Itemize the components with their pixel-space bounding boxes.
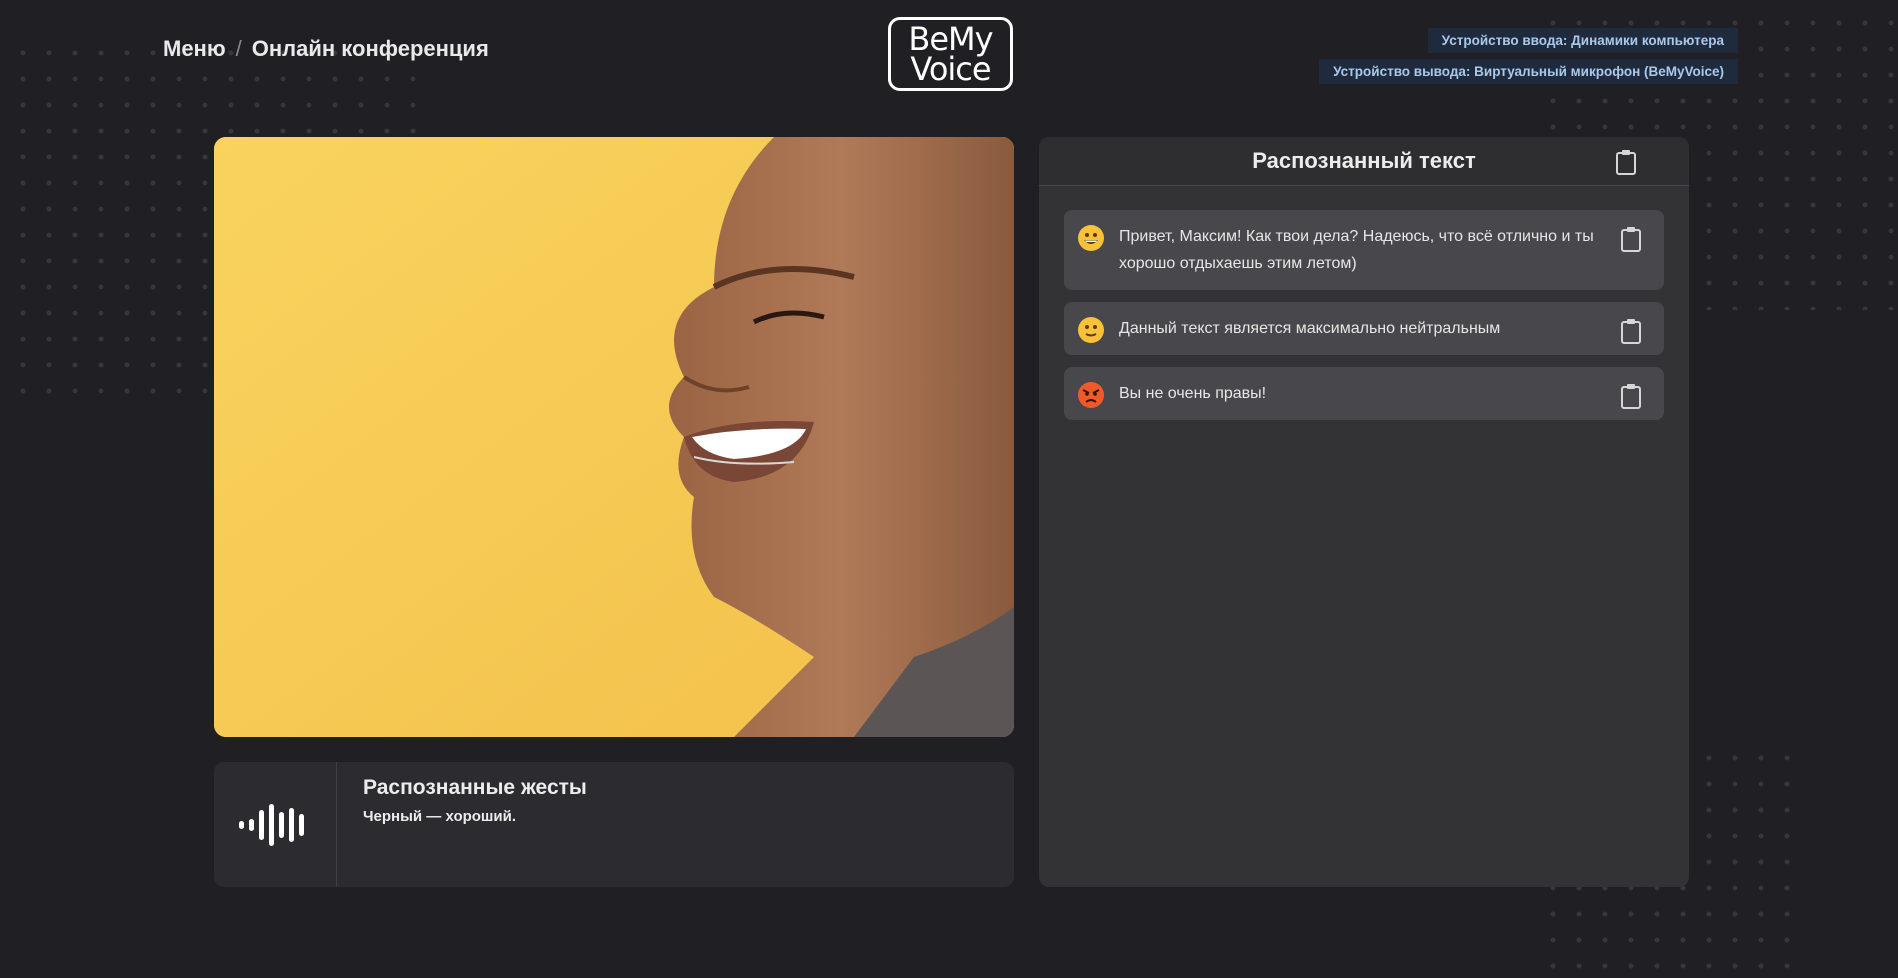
recognized-text-title: Распознанный текст <box>1252 148 1476 173</box>
output-device-badge[interactable]: Устройство вывода: Виртуальный микрофон … <box>1319 59 1738 84</box>
video-feed <box>214 137 1014 737</box>
recognized-text-panel: Распознанный текст Привет, Максим! Как т… <box>1039 137 1689 887</box>
logo-line2: Voice <box>910 50 991 88</box>
message-item: Вы не очень правы! <box>1064 367 1664 420</box>
breadcrumb-separator: / <box>235 36 242 61</box>
gestures-text: Черный — хороший. <box>363 808 517 825</box>
breadcrumb-menu-link[interactable]: Меню <box>163 36 226 62</box>
copy-clipboard-icon[interactable] <box>1618 316 1644 346</box>
slight-smile-face-icon <box>1077 316 1105 344</box>
logo: BeMy Voice <box>888 17 1013 91</box>
audio-wave-icon <box>214 762 337 887</box>
breadcrumb-current: Онлайн конференция <box>251 36 489 61</box>
gestures-title: Распознанные жесты <box>363 776 587 799</box>
message-item: Привет, Максим! Как твои дела? Надеюсь, … <box>1064 210 1664 290</box>
message-list: Привет, Максим! Как твои дела? Надеюсь, … <box>1039 186 1689 420</box>
message-text: Данный текст является максимально нейтра… <box>1119 320 1501 337</box>
breadcrumb: Меню / Онлайн конференция <box>163 36 489 62</box>
message-item: Данный текст является максимально нейтра… <box>1064 302 1664 355</box>
copy-clipboard-icon[interactable] <box>1618 224 1644 254</box>
recognized-text-header: Распознанный текст <box>1039 137 1689 186</box>
gestures-panel: Распознанные жесты Черный — хороший. <box>214 762 1014 887</box>
grinning-face-icon <box>1077 224 1105 252</box>
message-text: Привет, Максим! Как твои дела? Надеюсь, … <box>1119 228 1594 272</box>
video-frame-image <box>214 137 1014 737</box>
input-device-badge[interactable]: Устройство ввода: Динамики компьютера <box>1427 28 1738 53</box>
copy-clipboard-icon[interactable] <box>1618 381 1644 411</box>
device-selectors: Устройство ввода: Динамики компьютера Ус… <box>1319 28 1738 84</box>
copy-all-clipboard-icon[interactable] <box>1613 147 1639 177</box>
angry-face-icon <box>1077 381 1105 409</box>
message-text: Вы не очень правы! <box>1119 385 1267 402</box>
